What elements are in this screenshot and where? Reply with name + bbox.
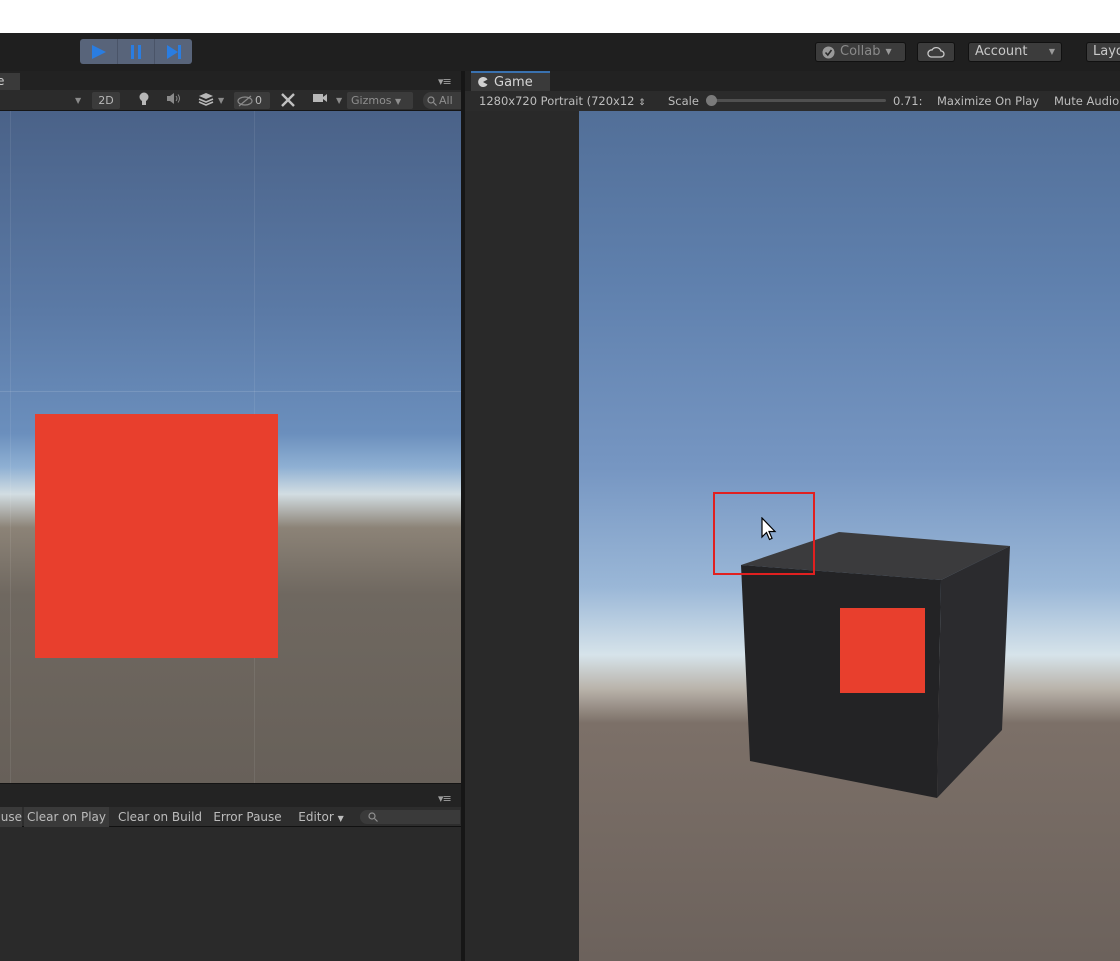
camera-icon <box>313 94 327 102</box>
maximize-on-play-toggle[interactable]: Maximize On Play <box>937 91 1039 111</box>
editor-label: Editor <box>298 810 334 824</box>
collab-label: Collab <box>840 44 881 59</box>
error-pause-button[interactable]: Error Pause <box>209 807 286 827</box>
clear-on-play-button[interactable]: Clear on Play <box>24 807 109 827</box>
red-quad-decal <box>840 608 925 693</box>
chevron-down-icon[interactable]: ▼ <box>218 92 224 109</box>
cube-side-face <box>937 546 1010 798</box>
resolution-dropdown[interactable]: 1280x720 Portrait (720x12 ⇕ <box>479 91 646 111</box>
account-label: Account <box>975 44 1028 59</box>
clear-on-build-label: Clear on Build <box>117 810 203 824</box>
console-search-input[interactable] <box>360 810 460 824</box>
step-icon <box>166 44 181 59</box>
panel-menu-icon[interactable]: ▾≡ <box>438 75 452 88</box>
scene-tab-label: e <box>0 74 5 88</box>
scene-search-input[interactable]: All <box>423 92 461 109</box>
layout-label: Layo <box>1093 44 1120 59</box>
cloud-icon <box>927 46 945 58</box>
chevron-down-icon: ▼ <box>395 97 402 106</box>
gizmos-dropdown[interactable]: Gizmos ▼ <box>347 92 413 109</box>
error-pause-label: Error Pause <box>213 810 282 824</box>
game-tab-label: Game <box>494 74 533 90</box>
editor-dropdown[interactable]: Editor ▼ <box>293 807 349 827</box>
console-log-area[interactable] <box>0 827 461 961</box>
grid-line <box>10 111 11 783</box>
scale-label: Scale <box>668 94 699 108</box>
mode-2d-label: 2D <box>98 94 114 107</box>
lighting-toggle[interactable] <box>138 92 150 109</box>
check-circle-icon <box>822 46 835 58</box>
effects-dropdown[interactable] <box>198 92 214 109</box>
pause-button[interactable] <box>118 39 156 64</box>
tools-toggle[interactable] <box>280 92 296 109</box>
scale-slider-handle[interactable] <box>706 95 717 106</box>
mode-2d-toggle[interactable]: 2D <box>92 92 120 109</box>
console-header <box>0 783 461 807</box>
play-icon <box>92 44 107 59</box>
chevron-down-icon: ▼ <box>1048 47 1055 56</box>
scale-value-text: 0.71 <box>893 94 919 108</box>
game-letterbox <box>465 111 579 961</box>
search-icon <box>368 812 378 822</box>
clear-on-play-label: Clear on Play <box>27 810 106 824</box>
mute-audio-toggle[interactable]: Mute Audio <box>1054 91 1119 111</box>
cloud-button[interactable] <box>917 42 955 62</box>
tools-icon <box>281 93 295 107</box>
pacman-icon <box>478 77 488 87</box>
audio-toggle[interactable] <box>166 92 182 109</box>
chevron-down-icon: ▼ <box>337 814 344 823</box>
tab-game[interactable]: Game <box>471 71 550 91</box>
scale-slider[interactable] <box>708 99 886 102</box>
tab-scene[interactable]: e <box>0 73 20 90</box>
chevron-down-icon[interactable]: ▼ <box>75 92 81 109</box>
mouse-cursor-icon <box>761 517 777 541</box>
eye-slash-icon <box>237 95 253 106</box>
collapse-label: use <box>0 810 22 824</box>
account-dropdown[interactable]: Account ▼ <box>968 42 1062 62</box>
camera-dropdown[interactable] <box>312 92 328 109</box>
collab-dropdown[interactable]: Collab ▼ <box>815 42 906 62</box>
play-controls <box>80 39 192 64</box>
panel-menu-icon[interactable]: ▾≡ <box>438 792 452 805</box>
search-icon <box>427 95 437 106</box>
gizmos-label: Gizmos <box>351 94 392 107</box>
grid-line <box>0 391 461 392</box>
hidden-count: 0 <box>255 94 262 107</box>
scene-tab-bar <box>0 71 461 90</box>
pause-icon <box>131 44 141 59</box>
resolution-label: 1280x720 Portrait (720x12 <box>479 94 635 108</box>
chevron-down-icon: ▼ <box>885 47 892 56</box>
play-button[interactable] <box>80 39 118 64</box>
clear-on-build-button[interactable]: Clear on Build <box>116 807 204 827</box>
lightbulb-icon <box>139 92 149 105</box>
stepper-icon: ⇕ <box>638 98 646 108</box>
collapse-button[interactable]: use <box>0 807 22 827</box>
game-tab-bar <box>465 71 1120 91</box>
scale-value: 0.71: <box>893 94 923 108</box>
scene-search-placeholder: All <box>439 94 453 107</box>
hidden-objects-toggle[interactable]: 0 <box>234 92 270 109</box>
window-top-margin <box>0 0 1120 33</box>
layout-dropdown[interactable]: Layo <box>1086 42 1120 62</box>
chevron-down-icon[interactable]: ▼ <box>336 92 342 109</box>
speaker-icon <box>167 93 180 104</box>
step-button[interactable] <box>155 39 192 64</box>
layers-icon <box>198 93 214 106</box>
red-quad-object[interactable] <box>35 414 278 658</box>
